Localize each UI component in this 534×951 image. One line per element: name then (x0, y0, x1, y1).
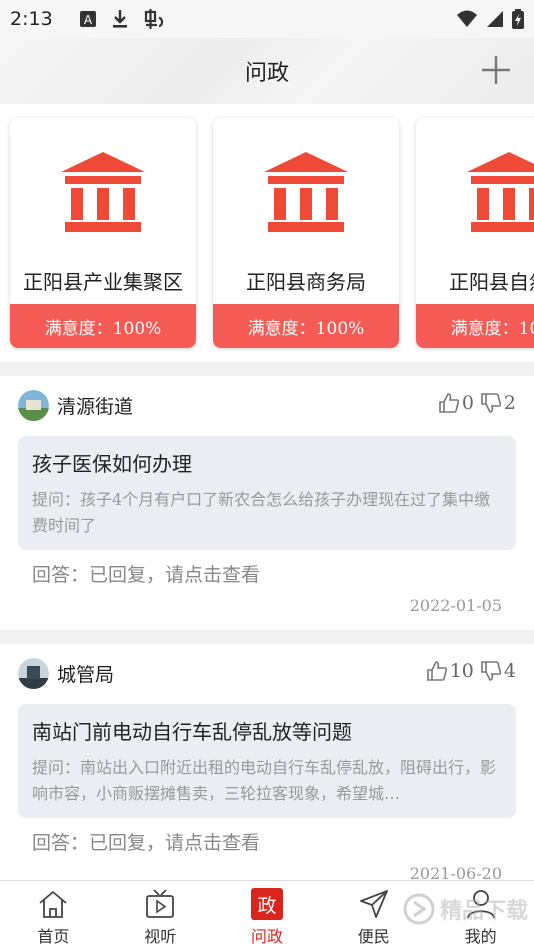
thumbs-up-icon (439, 393, 460, 413)
dislike-count: 2 (503, 392, 516, 414)
question-text: 提问：南站出入口附近出租的电动自行车乱停乱放，阻碍出行，影响市容，小商贩摆摊售卖… (32, 758, 497, 803)
vote-group: 0 2 (438, 392, 516, 414)
battery-icon (512, 9, 524, 29)
avatar (18, 390, 49, 421)
add-icon[interactable] (476, 50, 516, 90)
avatar (18, 658, 49, 689)
wifi-icon (457, 10, 477, 27)
post-author[interactable]: 城管局 (18, 658, 114, 689)
status-notification-icons: A (79, 8, 165, 30)
government-building-icon (467, 152, 534, 232)
question-text: 提问：孩子4个月有户口了新农合怎么给孩子办理现在过了集中缴费时间了 (32, 490, 491, 535)
watermark: 精品下载 (402, 892, 528, 926)
tab-label: 我的 (464, 927, 497, 946)
tab-label: 问政 (250, 927, 283, 946)
like-button[interactable]: 0 (438, 392, 474, 414)
vote-group: 10 4 (426, 660, 516, 682)
app-notification-icon: A (79, 11, 96, 27)
signal-icon (487, 11, 503, 27)
status-system-icons (456, 9, 524, 29)
post-author[interactable]: 清源街道 (18, 390, 133, 421)
like-count: 10 (449, 660, 474, 682)
department-name: 正阳县自然资 (449, 270, 534, 294)
department-carousel[interactable]: 正阳县产业集聚区 满意度：100% 正阳县商务局 满意度：100% 正阳县自然资… (0, 104, 534, 362)
tab-home[interactable]: 首页 (0, 881, 107, 951)
status-time: 2:13 (10, 8, 53, 30)
thumbs-down-icon (481, 393, 502, 413)
government-building-icon (61, 152, 145, 232)
top-header: 问政 (0, 38, 534, 104)
department-name: 正阳县商务局 (246, 270, 366, 294)
satisfaction-bar: 满意度：100% (416, 304, 534, 348)
author-name: 清源街道 (57, 396, 134, 418)
home-icon (39, 890, 67, 918)
question-title: 南站门前电动自行车乱停乱放等问题 (32, 720, 352, 744)
send-icon (359, 890, 388, 918)
zheng-icon: 政 (250, 888, 283, 920)
department-card[interactable]: 正阳县自然资 满意度：100% (416, 118, 534, 348)
answer-status[interactable]: 回答：已回复，请点击查看 (32, 560, 260, 587)
download-icon (112, 10, 127, 28)
tab-wenzheng[interactable]: 政 问政 (214, 881, 321, 951)
department-name: 正阳县产业集聚区 (23, 270, 183, 294)
status-bar: 2:13 A (0, 0, 534, 38)
tab-label: 视听 (144, 927, 177, 946)
like-count: 0 (461, 392, 474, 414)
dislike-button[interactable]: 2 (480, 392, 516, 414)
thumbs-down-icon (481, 661, 502, 681)
post-date: 2021-06-20 (409, 864, 502, 880)
satisfaction-bar: 满意度：100% (213, 304, 399, 348)
tab-label: 首页 (37, 927, 70, 946)
like-button[interactable]: 10 (426, 660, 474, 682)
watermark-logo-icon (403, 893, 435, 925)
department-card[interactable]: 正阳县商务局 满意度：100% (213, 118, 399, 348)
question-post[interactable]: 城管局 10 4 南站门前电动自行车乱停乱放等问题 提问：南站出入口附近出租的电… (0, 644, 534, 880)
answer-status[interactable]: 回答：已回复，请点击查看 (32, 828, 260, 855)
question-post[interactable]: 清源街道 0 2 孩子医保如何办理 提问：孩子4个月有户口了新农合怎么给孩子办理… (0, 376, 534, 630)
tv-icon (146, 889, 175, 918)
question-box[interactable]: 南站门前电动自行车乱停乱放等问题 提问：南站出入口附近出租的电动自行车乱停乱放，… (18, 704, 516, 818)
svg-text:A: A (84, 13, 93, 27)
dislike-button[interactable]: 4 (480, 660, 516, 682)
post-date: 2022-01-05 (409, 596, 502, 615)
question-box[interactable]: 孩子医保如何办理 提问：孩子4个月有户口了新农合怎么给孩子办理现在过了集中缴费时… (18, 436, 516, 550)
dislike-count: 4 (503, 660, 516, 682)
tab-media[interactable]: 视听 (107, 881, 214, 951)
thumbs-up-icon (426, 661, 447, 681)
government-building-icon (264, 152, 348, 232)
tab-label: 便民 (357, 927, 390, 946)
page-title: 问政 (244, 61, 289, 86)
bug-icon (144, 9, 163, 29)
satisfaction-bar: 满意度：100% (10, 304, 196, 348)
author-name: 城管局 (57, 664, 115, 686)
department-card[interactable]: 正阳县产业集聚区 满意度：100% (10, 118, 196, 348)
question-title: 孩子医保如何办理 (32, 452, 192, 476)
watermark-text: 精品下载 (439, 899, 528, 924)
